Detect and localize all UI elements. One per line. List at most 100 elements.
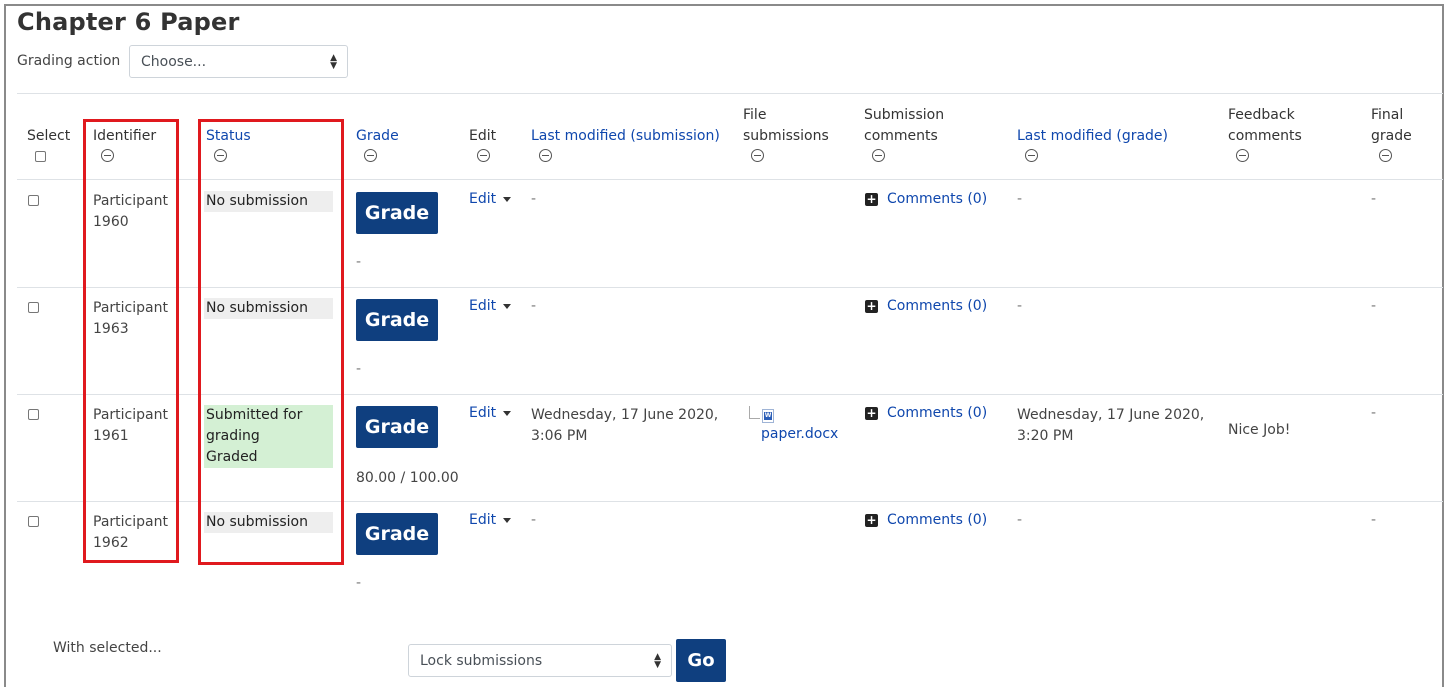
column-edit: Edit [469, 126, 496, 147]
column-file-submissions-label-1: File [743, 107, 767, 123]
last-modified-submission: Wednesday, 17 June 2020, 3:06 PM [531, 405, 718, 447]
edit-menu[interactable]: Edit [469, 405, 512, 421]
edit-menu[interactable]: Edit [469, 298, 512, 314]
final-grade: - [1371, 512, 1377, 528]
collapse-edit-icon[interactable] [477, 149, 490, 162]
grade-value: - [356, 254, 362, 270]
comments-label: Comments (0) [887, 512, 988, 528]
column-last-modified-submission-label: Last modified (submission) [531, 128, 720, 144]
edit-menu[interactable]: Edit [469, 191, 512, 207]
grading-action-select[interactable]: Choose... ▲ ▼ [129, 45, 348, 78]
feedback-comment: Nice Job! [1228, 422, 1291, 438]
column-grade-label: Grade [356, 128, 399, 144]
final-grade: - [1371, 405, 1377, 421]
grade-button[interactable]: Grade [356, 192, 438, 234]
grade-date: Wednesday, 17 June 2020, [1017, 407, 1205, 423]
collapse-last-modified-grade-icon[interactable] [1025, 149, 1038, 162]
column-submission-comments-label-1: Submission [864, 107, 945, 123]
final-grade: - [1371, 298, 1377, 314]
column-feedback-comments-label-2: comments [1228, 128, 1302, 144]
select-arrows-icon: ▲ ▼ [654, 651, 661, 670]
row-select-checkbox[interactable] [28, 409, 39, 420]
table-top-border [17, 93, 1443, 94]
caret-down-icon [503, 196, 512, 202]
select-all-checkbox[interactable] [35, 151, 46, 162]
grading-action-value: Choose... [141, 53, 207, 70]
column-last-modified-grade[interactable]: Last modified (grade) [1017, 126, 1168, 147]
last-modified-submission: - [531, 191, 537, 207]
caret-down-icon [503, 410, 512, 416]
comments-toggle[interactable]: + Comments (0) [865, 298, 987, 314]
collapse-last-modified-submission-icon[interactable] [539, 149, 552, 162]
column-file-submissions: File submissions [743, 105, 829, 147]
plus-square-icon: + [865, 512, 878, 527]
with-selected-label: With selected... [53, 640, 162, 656]
edit-label: Edit [469, 512, 497, 528]
caret-down-icon [503, 303, 512, 309]
column-feedback-comments: Feedback comments [1228, 105, 1302, 147]
plus-square-icon: + [865, 191, 878, 206]
grade-button[interactable]: Grade [356, 406, 438, 448]
bulk-action-value: Lock submissions [420, 652, 543, 669]
last-modified-grade: - [1017, 512, 1023, 528]
caret-down-icon [503, 517, 512, 523]
edit-label: Edit [469, 298, 497, 314]
grade-value: - [356, 361, 362, 377]
select-arrows-icon: ▲ ▼ [330, 52, 337, 71]
grade-button[interactable]: Grade [356, 299, 438, 341]
column-final-grade-label-2: grade [1371, 128, 1412, 144]
column-edit-label: Edit [469, 128, 497, 144]
collapse-grade-icon[interactable] [364, 149, 377, 162]
tree-connector [749, 406, 760, 419]
column-last-modified-submission[interactable]: Last modified (submission) [531, 126, 720, 147]
row-select-checkbox[interactable] [28, 302, 39, 313]
comments-toggle[interactable]: + Comments (0) [865, 191, 987, 207]
last-modified-grade: Wednesday, 17 June 2020, 3:20 PM [1017, 405, 1204, 447]
column-select: Select [27, 126, 70, 147]
comments-label: Comments (0) [887, 191, 988, 207]
column-submission-comments: Submission comments [864, 105, 944, 147]
submission-time: 3:06 PM [531, 428, 588, 444]
column-final-grade: Final grade [1371, 105, 1412, 147]
edit-menu[interactable]: Edit [469, 512, 512, 528]
comments-toggle[interactable]: + Comments (0) [865, 405, 987, 421]
column-select-label: Select [27, 128, 71, 144]
row-select-checkbox[interactable] [28, 195, 39, 206]
file-link[interactable]: paper.docx [761, 426, 838, 442]
last-modified-submission: - [531, 512, 537, 528]
status-highlight-box [198, 119, 344, 565]
collapse-file-submissions-icon[interactable] [751, 149, 764, 162]
edit-label: Edit [469, 191, 497, 207]
comments-label: Comments (0) [887, 405, 988, 421]
column-grade[interactable]: Grade [356, 126, 399, 147]
identifier-highlight-box [83, 119, 179, 563]
plus-square-icon: + [865, 298, 878, 313]
column-last-modified-grade-label: Last modified (grade) [1017, 128, 1169, 144]
collapse-feedback-comments-icon[interactable] [1236, 149, 1249, 162]
last-modified-grade: - [1017, 191, 1023, 207]
column-final-grade-label-1: Final [1371, 107, 1404, 123]
edit-label: Edit [469, 405, 497, 421]
grade-button[interactable]: Grade [356, 513, 438, 555]
page-title: Chapter 6 Paper [17, 8, 240, 36]
comments-label: Comments (0) [887, 298, 988, 314]
final-grade: - [1371, 191, 1377, 207]
last-modified-grade: - [1017, 298, 1023, 314]
plus-square-icon: + [865, 405, 878, 420]
word-document-icon: W [762, 409, 774, 423]
row-select-checkbox[interactable] [28, 516, 39, 527]
collapse-final-grade-icon[interactable] [1379, 149, 1392, 162]
submission-date: Wednesday, 17 June 2020, [531, 407, 719, 423]
column-submission-comments-label-2: comments [864, 128, 938, 144]
go-button[interactable]: Go [676, 639, 726, 682]
bulk-action-select[interactable]: Lock submissions ▲ ▼ [408, 644, 672, 677]
comments-toggle[interactable]: + Comments (0) [865, 512, 987, 528]
grading-action-label: Grading action [17, 53, 121, 69]
last-modified-submission: - [531, 298, 537, 314]
grade-value: - [356, 575, 362, 591]
column-file-submissions-label-2: submissions [743, 128, 829, 144]
column-feedback-comments-label-1: Feedback [1228, 107, 1295, 123]
grade-value: 80.00 / 100.00 [356, 470, 459, 486]
grade-time: 3:20 PM [1017, 428, 1074, 444]
collapse-submission-comments-icon[interactable] [872, 149, 885, 162]
